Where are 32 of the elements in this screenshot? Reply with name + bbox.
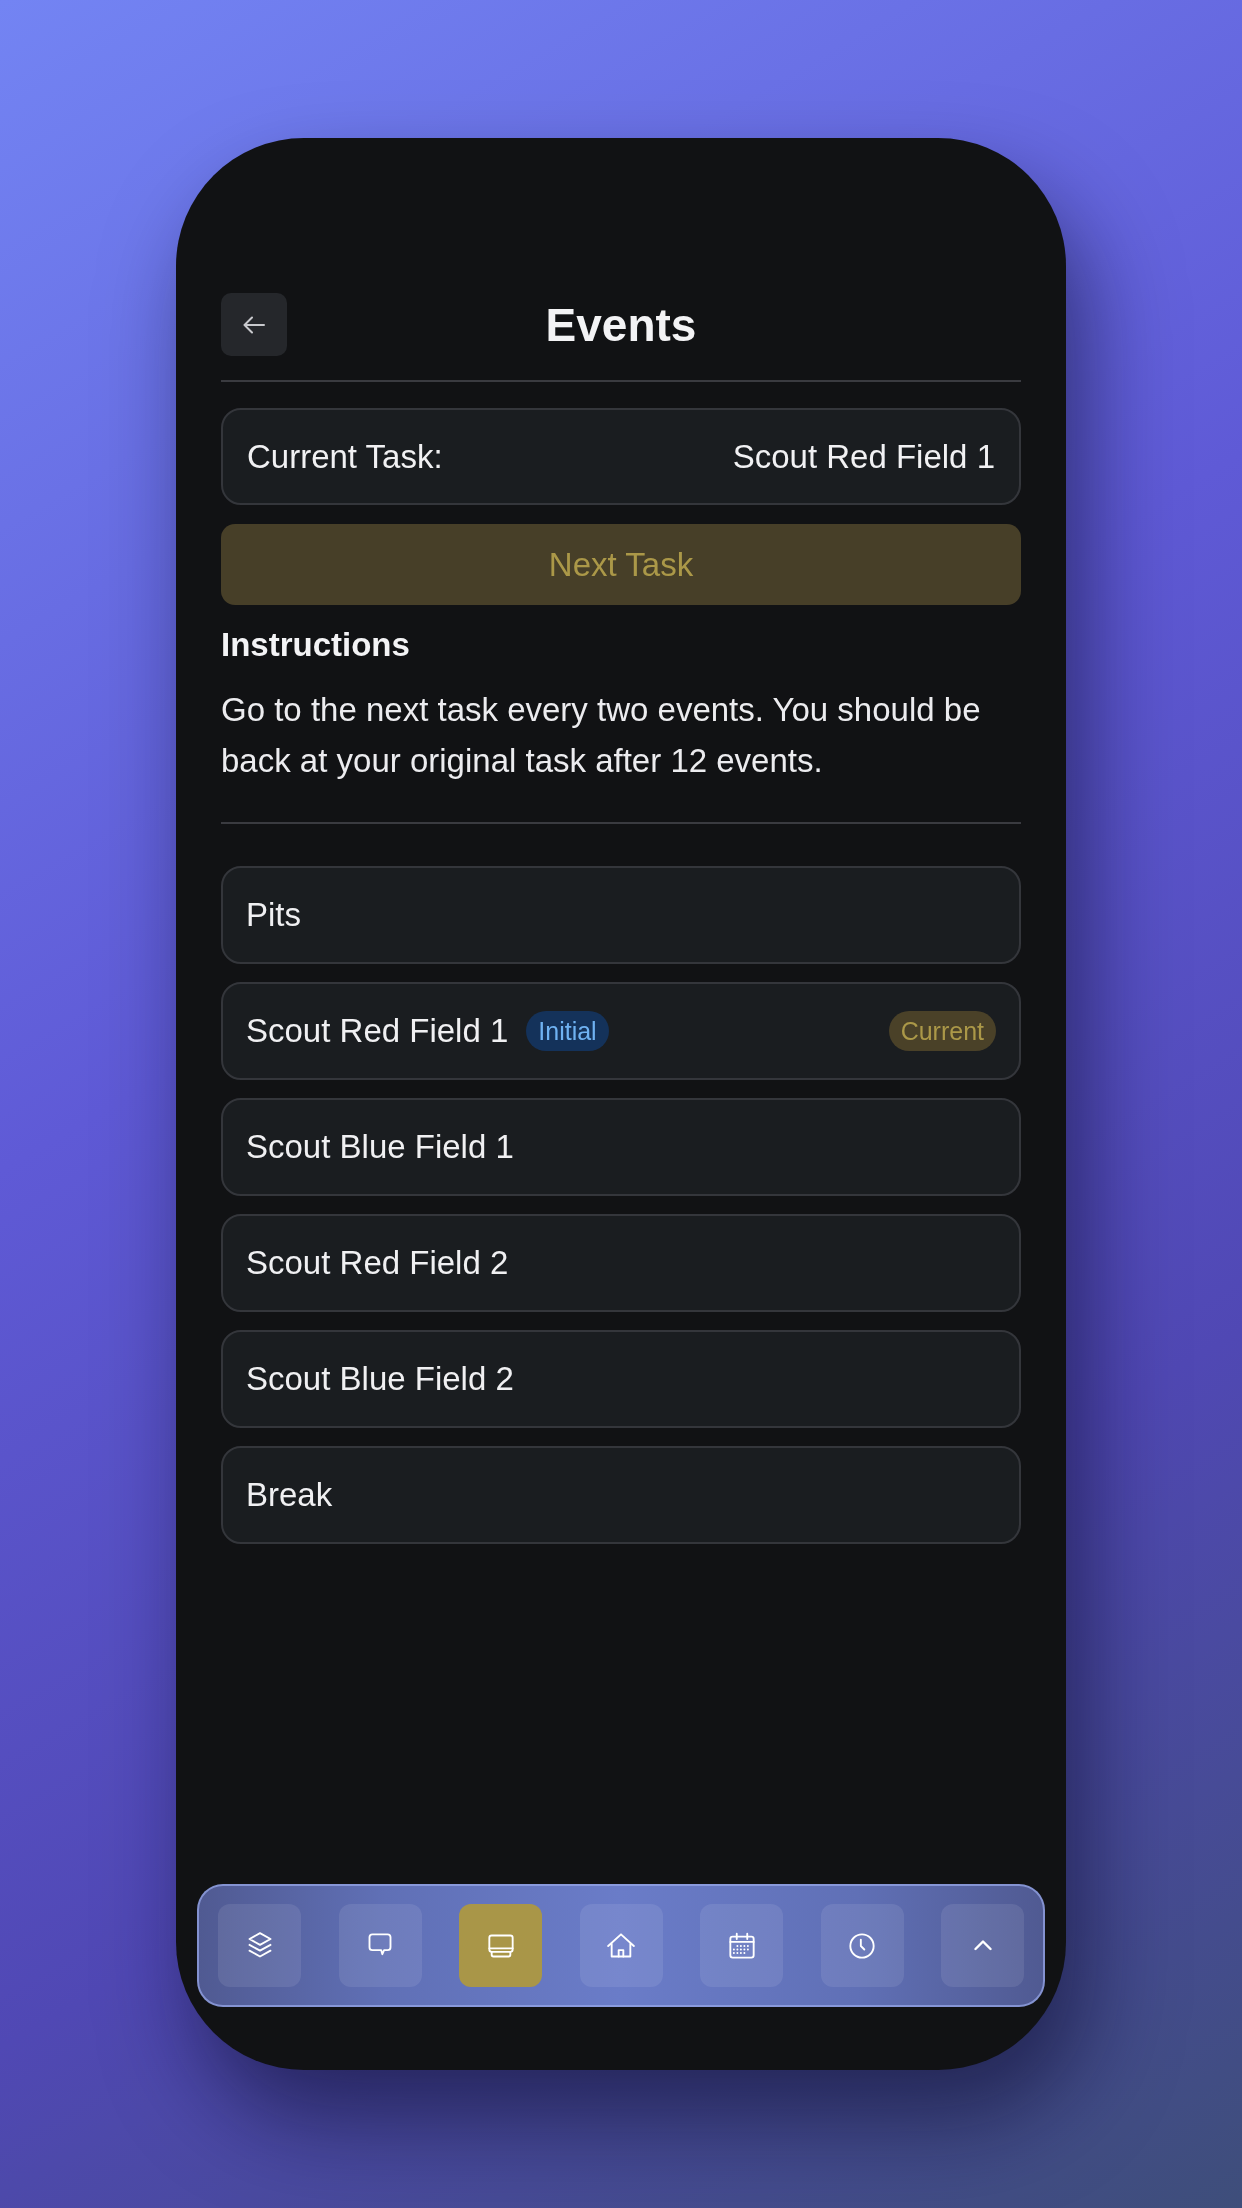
task-name: Break <box>246 1476 333 1514</box>
home-button[interactable] <box>579 1904 663 1987</box>
task-name: Scout Red Field 1 <box>246 1012 509 1050</box>
chevron-up-icon <box>973 1940 992 1951</box>
current-tag: Current <box>888 1011 996 1051</box>
task-row[interactable]: Pits <box>221 866 1021 964</box>
task-row[interactable]: Scout Blue Field 1 <box>221 1098 1021 1196</box>
calendar-icon <box>727 1931 756 1960</box>
arrow-left-icon <box>243 315 265 334</box>
task-name: Scout Blue Field 2 <box>246 1360 514 1398</box>
back-button[interactable] <box>221 293 287 356</box>
instructions-heading: Instructions <box>221 625 411 665</box>
task-row[interactable]: Scout Blue Field 2 <box>221 1330 1021 1428</box>
speech-bubble-button[interactable] <box>338 1904 422 1987</box>
clock-icon <box>848 1931 876 1960</box>
clock-button[interactable] <box>820 1904 904 1987</box>
next-task-button[interactable]: Next Task <box>221 524 1021 605</box>
instructions-text: Go to the next task every two events. You should be back at your original task after 12 events. <box>221 690 982 781</box>
task-name: Scout Red Field 2 <box>246 1244 509 1282</box>
home-icon <box>607 1931 635 1960</box>
screen-button[interactable] <box>459 1904 542 1987</box>
task-name: Scout Blue Field 1 <box>246 1128 514 1166</box>
task-row[interactable]: Scout Red Field 2 <box>221 1214 1021 1312</box>
task-name: Pits <box>246 896 301 934</box>
current-task-label: Current Task: <box>247 437 443 476</box>
task-row[interactable]: Break <box>221 1446 1021 1544</box>
calendar-button[interactable] <box>700 1904 783 1987</box>
page-title: Events <box>544 297 698 352</box>
current-task-value: Scout Red Field 1 <box>732 437 995 476</box>
task-row[interactable]: Scout Red Field 1 Initial Current <box>221 982 1021 1080</box>
initial-tag: Initial <box>526 1011 609 1051</box>
layers-button[interactable] <box>218 1904 301 1987</box>
